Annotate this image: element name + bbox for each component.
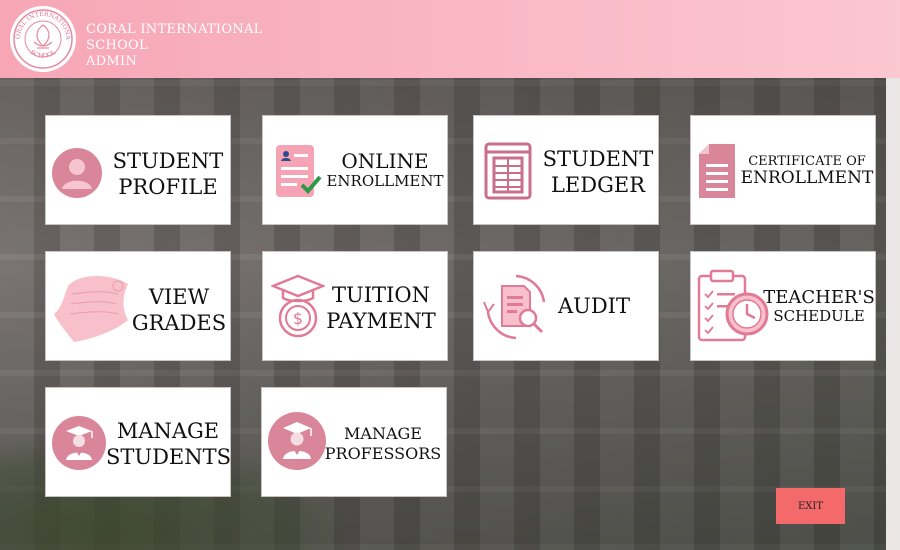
professor-icon xyxy=(268,412,326,470)
form-check-icon xyxy=(276,145,322,197)
certificate-of-enrollment-label: CERTIFICATE OF ENROLLMENT xyxy=(740,154,874,188)
background-edge xyxy=(886,78,900,550)
brand-line-2: SCHOOL xyxy=(86,38,148,53)
audit-label: AUDIT xyxy=(557,294,630,318)
certificate-of-enrollment-button[interactable]: CERTIFICATE OF ENROLLMENT xyxy=(690,115,876,225)
manage-professors-label: MANAGE PROFESSORS xyxy=(324,424,442,463)
student-profile-button[interactable]: STUDENT PROFILE xyxy=(45,115,231,225)
tuition-payment-button[interactable]: $ TUITION PAYMENT xyxy=(262,251,448,361)
user-icon xyxy=(52,148,102,198)
manage-students-button[interactable]: MANAGE STUDENTS xyxy=(45,387,231,497)
student-ledger-button[interactable]: STUDENT LEDGER xyxy=(473,115,659,225)
teachers-schedule-button[interactable]: TEACHER'S SCHEDULE xyxy=(690,251,876,361)
schedule-icon xyxy=(697,269,769,342)
tuition-icon: $ xyxy=(271,274,325,338)
online-enrollment-button[interactable]: ONLINE ENROLLMENT xyxy=(262,115,448,225)
school-seal-icon: CORAL INTERNATIONAL SCHOOL xyxy=(12,8,73,69)
view-grades-button[interactable]: VIEW GRADES xyxy=(45,251,231,361)
student-ledger-label: STUDENT LEDGER xyxy=(542,147,654,197)
online-enrollment-label: ONLINE ENROLLMENT xyxy=(326,149,444,190)
tuition-payment-label: TUITION PAYMENT xyxy=(326,283,436,333)
ledger-icon xyxy=(484,142,532,200)
document-icon xyxy=(699,144,735,198)
teachers-schedule-label: TEACHER'S SCHEDULE xyxy=(763,287,875,325)
brand-line-3: ADMIN xyxy=(86,54,138,69)
school-logo: CORAL INTERNATIONAL SCHOOL xyxy=(10,6,76,72)
manage-professors-button[interactable]: MANAGE PROFESSORS xyxy=(261,387,447,497)
brand-text: CORAL INTERNATIONAL SCHOOL ADMIN xyxy=(86,22,263,70)
view-grades-label: VIEW GRADES xyxy=(131,285,227,335)
header-bar: CORAL INTERNATIONAL SCHOOL CORAL INTERNA… xyxy=(0,0,900,78)
manage-students-label: MANAGE STUDENTS xyxy=(106,419,232,469)
graduate-icon xyxy=(52,416,106,470)
scroll-icon xyxy=(54,276,128,342)
exit-button[interactable]: EXIT xyxy=(776,488,845,524)
student-profile-label: STUDENT PROFILE xyxy=(112,149,224,199)
audit-button[interactable]: AUDIT xyxy=(473,251,659,361)
svg-text:$: $ xyxy=(293,309,303,328)
audit-icon xyxy=(483,274,546,340)
brand-line-1: CORAL INTERNATIONAL xyxy=(86,22,263,37)
